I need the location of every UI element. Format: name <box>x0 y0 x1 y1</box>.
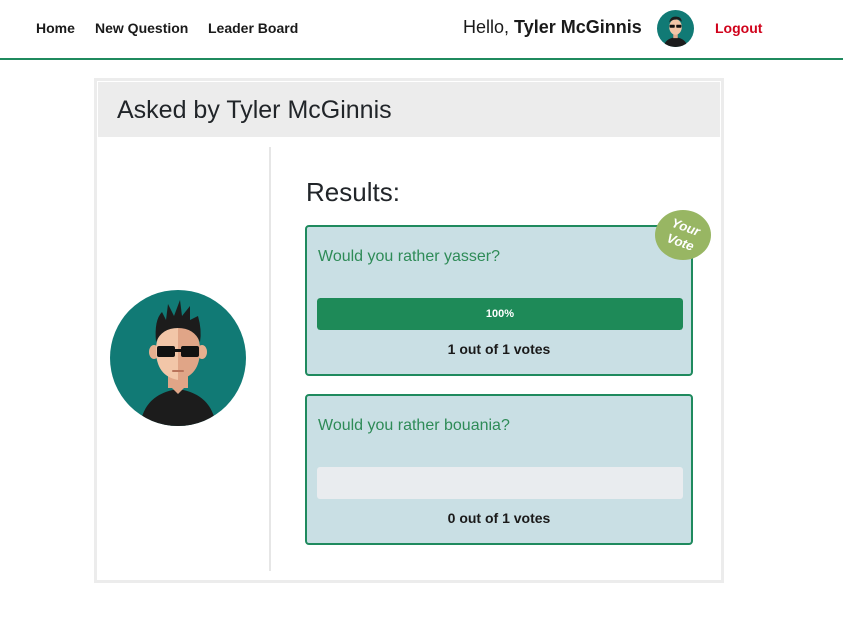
nav-new-question-link[interactable]: New Question <box>95 20 188 36</box>
top-navbar: Home New Question Leader Board Hello, Ty… <box>0 0 843 60</box>
results-title: Results: <box>306 177 400 207</box>
option-result-card: Would you rather bouania? 0 out of 1 vot… <box>305 394 693 545</box>
card-header: Asked by Tyler McGinnis <box>98 82 720 137</box>
question-card: Asked by Tyler McGinnis Results: Would y… <box>94 78 724 583</box>
greeting-user-name: Tyler McGinnis <box>514 17 642 37</box>
greeting-prefix: Hello, <box>463 17 515 37</box>
author-avatar-icon <box>110 290 246 426</box>
progress-percent-label: 100% <box>485 308 515 320</box>
your-vote-badge: Your Vote <box>655 210 711 260</box>
logout-link[interactable]: Logout <box>715 20 762 36</box>
option-result-card: Would you rather yasser? 100% 1 out of 1… <box>305 225 693 376</box>
vote-count: 1 out of 1 votes <box>447 341 551 357</box>
option-text: Would you rather bouania? <box>318 417 510 434</box>
user-avatar-icon <box>657 10 694 47</box>
option-text: Would you rather yasser? <box>318 248 501 265</box>
vertical-divider <box>269 147 271 571</box>
vote-count: 0 out of 1 votes <box>447 510 551 526</box>
user-greeting: Hello, Tyler McGinnis <box>463 17 642 38</box>
vote-progress-bar <box>317 467 683 499</box>
asked-by-title: Asked by Tyler McGinnis <box>117 96 392 124</box>
progress-fill: 100% <box>317 298 683 330</box>
nav-leader-board-link[interactable]: Leader Board <box>208 20 298 36</box>
vote-progress-bar: 100% <box>317 298 683 330</box>
nav-home-link[interactable]: Home <box>36 20 75 36</box>
